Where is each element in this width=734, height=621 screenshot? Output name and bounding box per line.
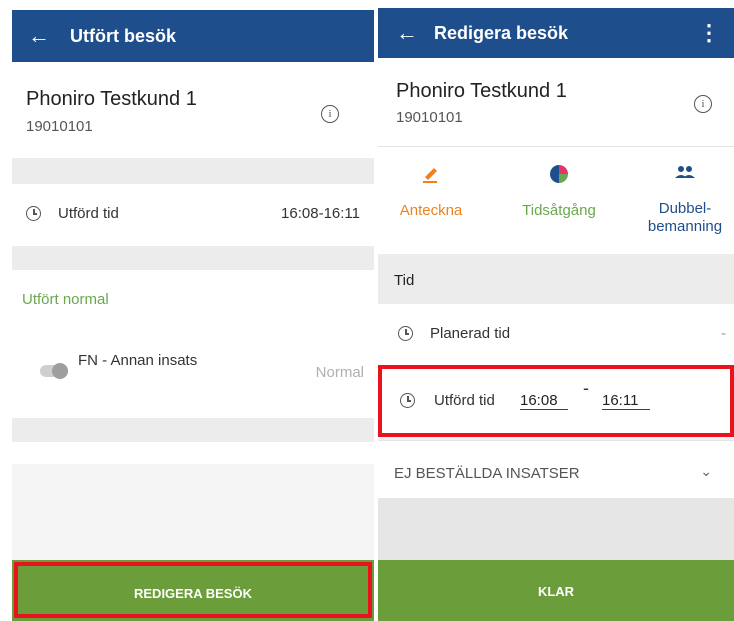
customer-card: Phoniro Testkund 1 19010101 i bbox=[378, 58, 734, 146]
back-arrow-icon[interactable]: ← bbox=[28, 23, 54, 49]
clock-icon bbox=[398, 326, 413, 341]
people-icon bbox=[675, 166, 695, 178]
customer-id: 19010101 bbox=[396, 109, 463, 126]
chevron-down-icon[interactable]: ⌄ bbox=[700, 463, 712, 480]
back-arrow-icon[interactable]: ← bbox=[396, 20, 422, 46]
note-action[interactable]: Anteckna bbox=[384, 165, 478, 220]
service-label: FN - Annan insats bbox=[78, 352, 198, 369]
divider bbox=[12, 418, 374, 442]
divider bbox=[12, 246, 374, 270]
left-app-bar: ← Utfört besök bbox=[12, 10, 374, 62]
planned-time-label: Planerad tid bbox=[430, 325, 511, 342]
done-button[interactable]: KLAR bbox=[378, 560, 734, 621]
planned-time-value: - bbox=[721, 325, 726, 342]
performed-time-row: Utförd tid 16:08-16:11 bbox=[12, 184, 374, 246]
page-title: Utfört besök bbox=[70, 25, 177, 46]
service-status: Normal bbox=[315, 364, 364, 381]
top-clip bbox=[12, 0, 374, 10]
planned-time-row: Planerad tid - bbox=[378, 304, 734, 362]
right-screen: ← Redigera besök ⋮ Phoniro Testkund 1 19… bbox=[378, 0, 734, 621]
left-screen: ← Utfört besök Phoniro Testkund 1 190101… bbox=[12, 0, 374, 621]
status-heading: Utfört normal bbox=[22, 291, 109, 308]
pie-chart-icon bbox=[550, 165, 568, 183]
more-vertical-icon[interactable]: ⋮ bbox=[698, 20, 720, 46]
double-staffing-action[interactable]: Dubbel- bemanning bbox=[636, 165, 734, 236]
customer-id: 19010101 bbox=[26, 118, 93, 135]
action-row: Anteckna Tidsåtgång Dubbel- bemanning bbox=[378, 146, 734, 255]
top-clip bbox=[378, 0, 734, 8]
note-label: Anteckna bbox=[399, 202, 463, 219]
right-app-bar: ← Redigera besök ⋮ bbox=[378, 8, 734, 58]
info-icon[interactable]: i bbox=[321, 105, 339, 123]
highlight-box bbox=[14, 562, 372, 618]
divider bbox=[12, 158, 374, 184]
clock-icon bbox=[26, 206, 41, 221]
empty-row bbox=[12, 442, 374, 464]
page-title: Redigera besök bbox=[434, 22, 569, 43]
time-spent-label: Tidsåtgång bbox=[522, 202, 596, 219]
customer-card: Phoniro Testkund 1 19010101 i bbox=[12, 62, 374, 158]
performed-time-label: Utförd tid bbox=[58, 205, 119, 222]
customer-name: Phoniro Testkund 1 bbox=[396, 80, 567, 102]
info-icon[interactable]: i bbox=[694, 95, 712, 113]
pencil-icon bbox=[423, 168, 437, 183]
unordered-services-label: EJ BESTÄLLDA INSATSER bbox=[394, 465, 580, 482]
empty-area bbox=[378, 498, 734, 560]
time-section-header: Tid bbox=[378, 254, 734, 304]
performed-time-value: 16:08-16:11 bbox=[281, 205, 360, 222]
unordered-services-row[interactable]: EJ BESTÄLLDA INSATSER ⌄ bbox=[378, 440, 734, 499]
time-section-title: Tid bbox=[394, 272, 415, 289]
status-section: Utfört normal FN - Annan insats Normal bbox=[12, 270, 374, 418]
empty-area bbox=[12, 464, 374, 560]
double-staffing-label: Dubbel- bemanning bbox=[647, 200, 723, 235]
time-spent-action[interactable]: Tidsåtgång bbox=[504, 165, 614, 220]
customer-name: Phoniro Testkund 1 bbox=[26, 88, 197, 110]
highlight-box bbox=[378, 365, 734, 437]
